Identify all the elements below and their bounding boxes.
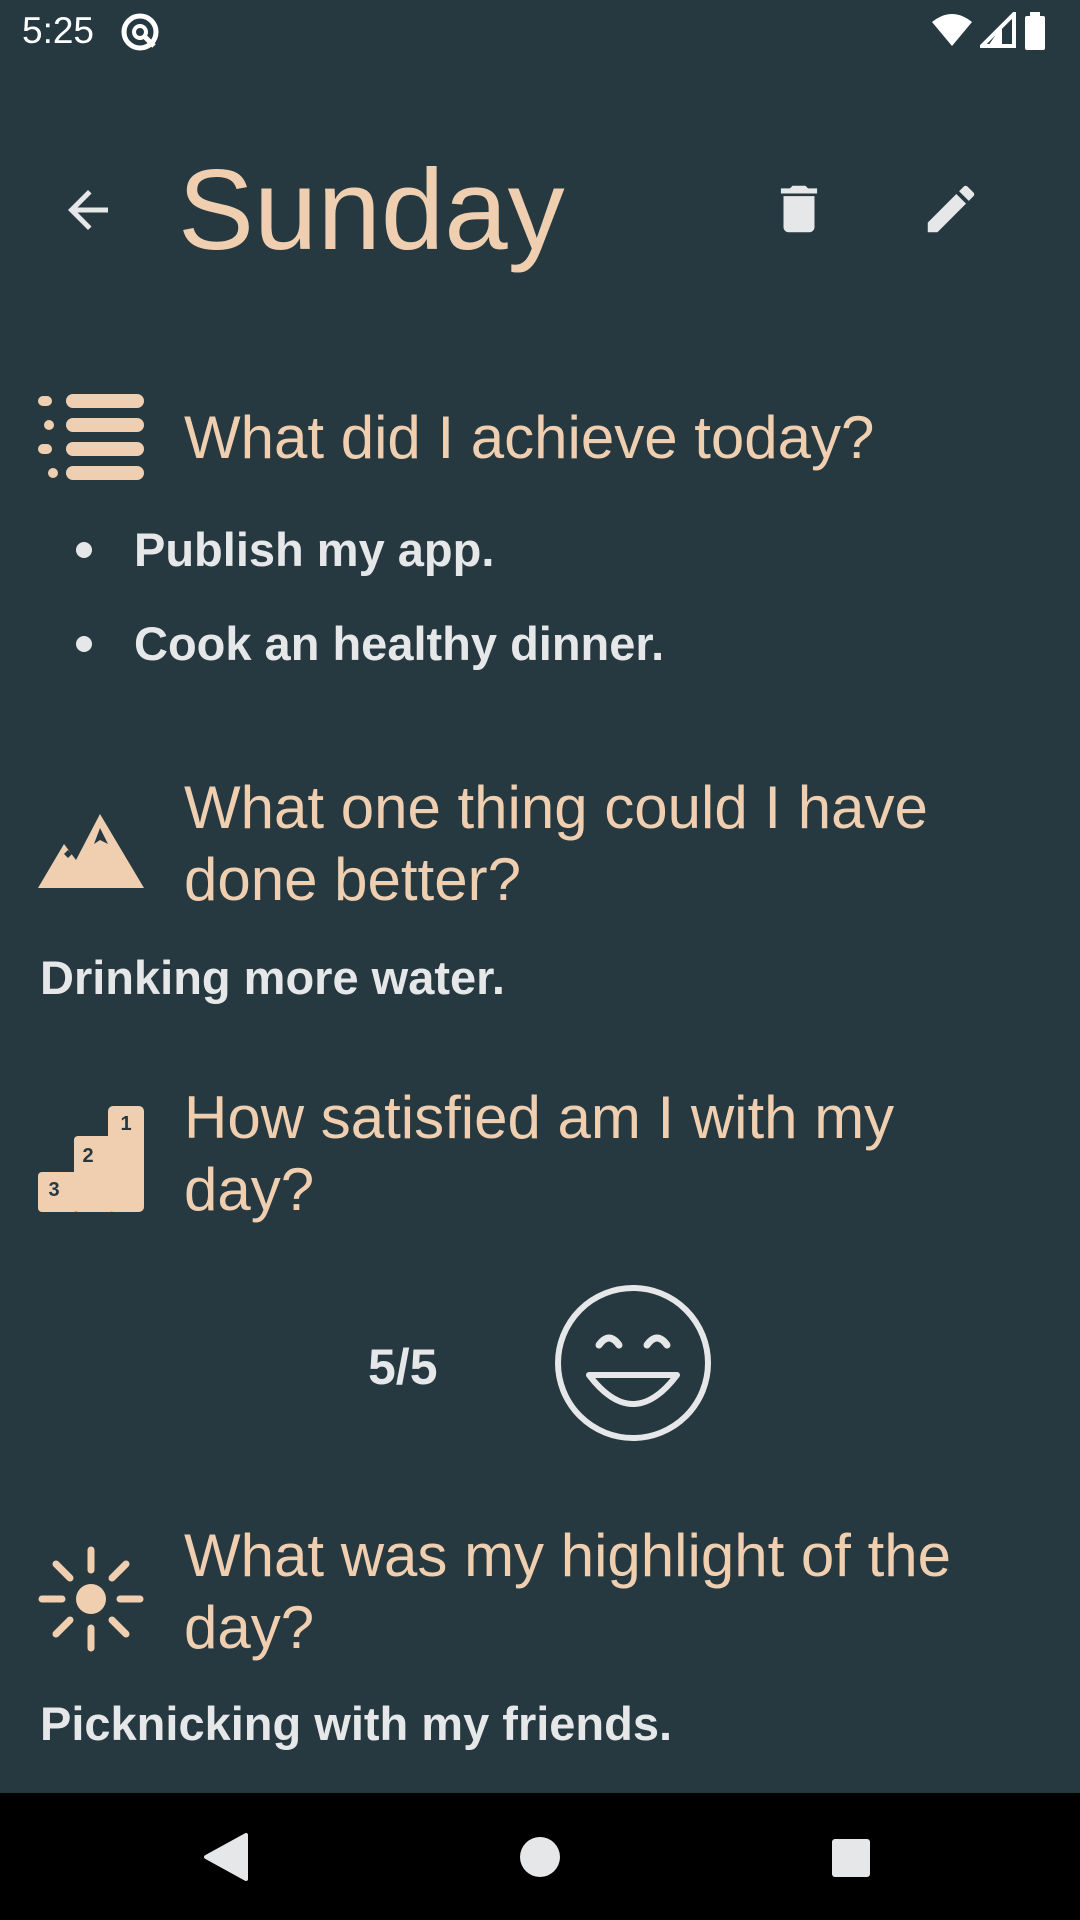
cellular-signal-icon [980, 12, 1016, 48]
status-icons [930, 12, 1060, 52]
arrow-back-icon [68, 190, 108, 230]
highlight-section: What was my highlight of the day? Pickni… [0, 1520, 1080, 1760]
app-bar: Sunday [0, 130, 1080, 290]
trash-icon [780, 185, 818, 233]
back-button[interactable] [58, 180, 118, 240]
mountains-icon [38, 814, 144, 888]
list-item-text: Cook an healthy dinner. [134, 617, 665, 670]
satisfaction-score: 5/5 [368, 1339, 438, 1395]
sun-icon [38, 1546, 144, 1652]
improvement-answer: Drinking more water. [40, 951, 505, 1004]
navigation-bar [0, 1793, 1080, 1920]
nav-home-circle-icon [520, 1837, 560, 1877]
edit-button[interactable] [920, 178, 982, 240]
status-time: 5:25 [22, 10, 95, 51]
improvement-question: What one thing could I have done better? [184, 774, 928, 913]
list-item: Publish my app. [76, 522, 494, 577]
satisfaction-question: How satisfied am I with my day? [184, 1084, 895, 1223]
nav-recents-button[interactable] [822, 1829, 878, 1885]
nav-home-button[interactable] [512, 1829, 568, 1885]
svg-text:2: 2 [82, 1145, 93, 1167]
list-item-text: Publish my app. [134, 523, 495, 576]
achievements-section: What did I achieve today? Publish my app… [0, 380, 1080, 700]
highlight-answer: Picknicking with my friends. [40, 1697, 673, 1750]
nav-back-button[interactable] [198, 1829, 254, 1885]
data-saver-icon [121, 13, 159, 51]
satisfaction-section: 1 2 3 How satisfied am I with my day? 5/… [0, 1082, 1080, 1462]
status-bar: 5:25 [0, 0, 1080, 64]
nav-recents-square-icon [832, 1839, 870, 1877]
delete-button[interactable] [768, 178, 830, 240]
bullet-dot [76, 541, 92, 558]
battery-icon [1025, 12, 1045, 50]
improvement-section: What one thing could I have done better?… [0, 770, 1080, 1010]
wifi-icon [932, 14, 972, 46]
highlight-question: What was my highlight of the day? [184, 1522, 952, 1661]
svg-text:1: 1 [120, 1113, 131, 1135]
pencil-icon [927, 185, 975, 233]
podium-icon: 1 2 3 [38, 1106, 144, 1212]
achievements-question: What did I achieve today? [184, 404, 875, 471]
list-icon [38, 394, 144, 480]
page-title: Sunday [178, 147, 565, 274]
nav-back-triangle-icon [204, 1833, 248, 1881]
svg-text:3: 3 [48, 1179, 59, 1201]
bullet-dot [76, 635, 92, 652]
smiley-face-icon [555, 1285, 711, 1441]
list-item: Cook an healthy dinner. [76, 616, 664, 671]
